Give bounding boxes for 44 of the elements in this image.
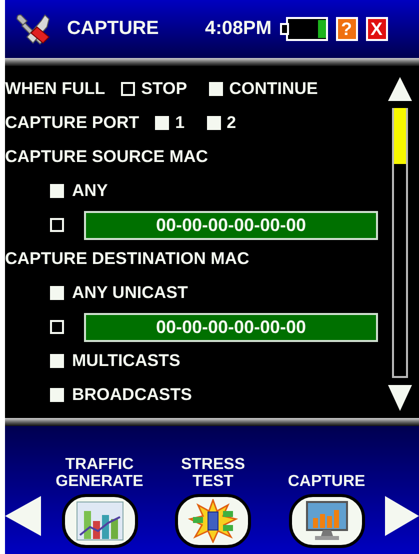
checkbox[interactable] — [209, 82, 224, 96]
section-heading: CAPTURE SOURCE MAC — [5, 147, 208, 167]
checkbox-label: ANY UNICAST — [72, 283, 188, 303]
checkbox[interactable] — [121, 82, 136, 96]
scroll-down-arrow-icon[interactable] — [387, 384, 413, 412]
battery-icon — [280, 17, 328, 41]
nav-label: STRESS TEST — [180, 456, 245, 490]
mac-address-field[interactable]: 00-00-00-00-00-00 — [84, 210, 378, 240]
checkbox-label: MULTICASTS — [72, 351, 180, 371]
monitor-chart-icon — [304, 500, 348, 542]
scrollbar-thumb[interactable] — [394, 108, 406, 164]
checkbox[interactable] — [155, 116, 170, 130]
screen-title: CAPTURE — [67, 18, 160, 40]
checkbox-label: STOP — [141, 79, 188, 99]
checkbox[interactable] — [50, 286, 64, 300]
bar-chart-icon — [76, 501, 124, 541]
checkbox-label: 2 — [226, 113, 236, 133]
checkbox-label: BROADCASTS — [72, 385, 192, 405]
help-button[interactable]: ? — [336, 17, 358, 41]
checkbox[interactable] — [50, 388, 64, 402]
scroll-up-arrow-icon[interactable] — [387, 76, 413, 102]
checkbox[interactable] — [50, 218, 64, 232]
option-label: WHEN FULL — [5, 79, 106, 99]
mac-address-field[interactable]: 00-00-00-00-00-00 — [84, 312, 378, 342]
checkbox[interactable] — [50, 354, 64, 368]
checkbox-label: 1 — [175, 113, 185, 133]
clock-time: 4:08PM — [205, 18, 272, 40]
checkbox[interactable] — [50, 320, 64, 334]
scrollbar-track[interactable] — [392, 108, 408, 378]
checkbox-label: CONTINUE — [229, 79, 318, 99]
checkbox[interactable] — [206, 116, 221, 130]
left-arrow-icon[interactable] — [5, 496, 41, 536]
checkbox[interactable] — [50, 184, 64, 198]
nav-label: TRAFFIC GENERATE — [56, 456, 144, 490]
nav-label: CAPTURE — [288, 473, 366, 490]
server-burst-icon — [188, 499, 238, 543]
section-heading: CAPTURE DESTINATION MAC — [5, 249, 250, 269]
checkbox-label: ANY — [72, 181, 108, 201]
right-arrow-icon[interactable] — [385, 496, 419, 536]
option-label: CAPTURE PORT — [5, 113, 140, 133]
nav-button[interactable] — [62, 494, 138, 548]
nav-button[interactable] — [288, 494, 364, 548]
nav-button[interactable] — [175, 494, 251, 548]
close-button[interactable]: X — [366, 17, 388, 41]
